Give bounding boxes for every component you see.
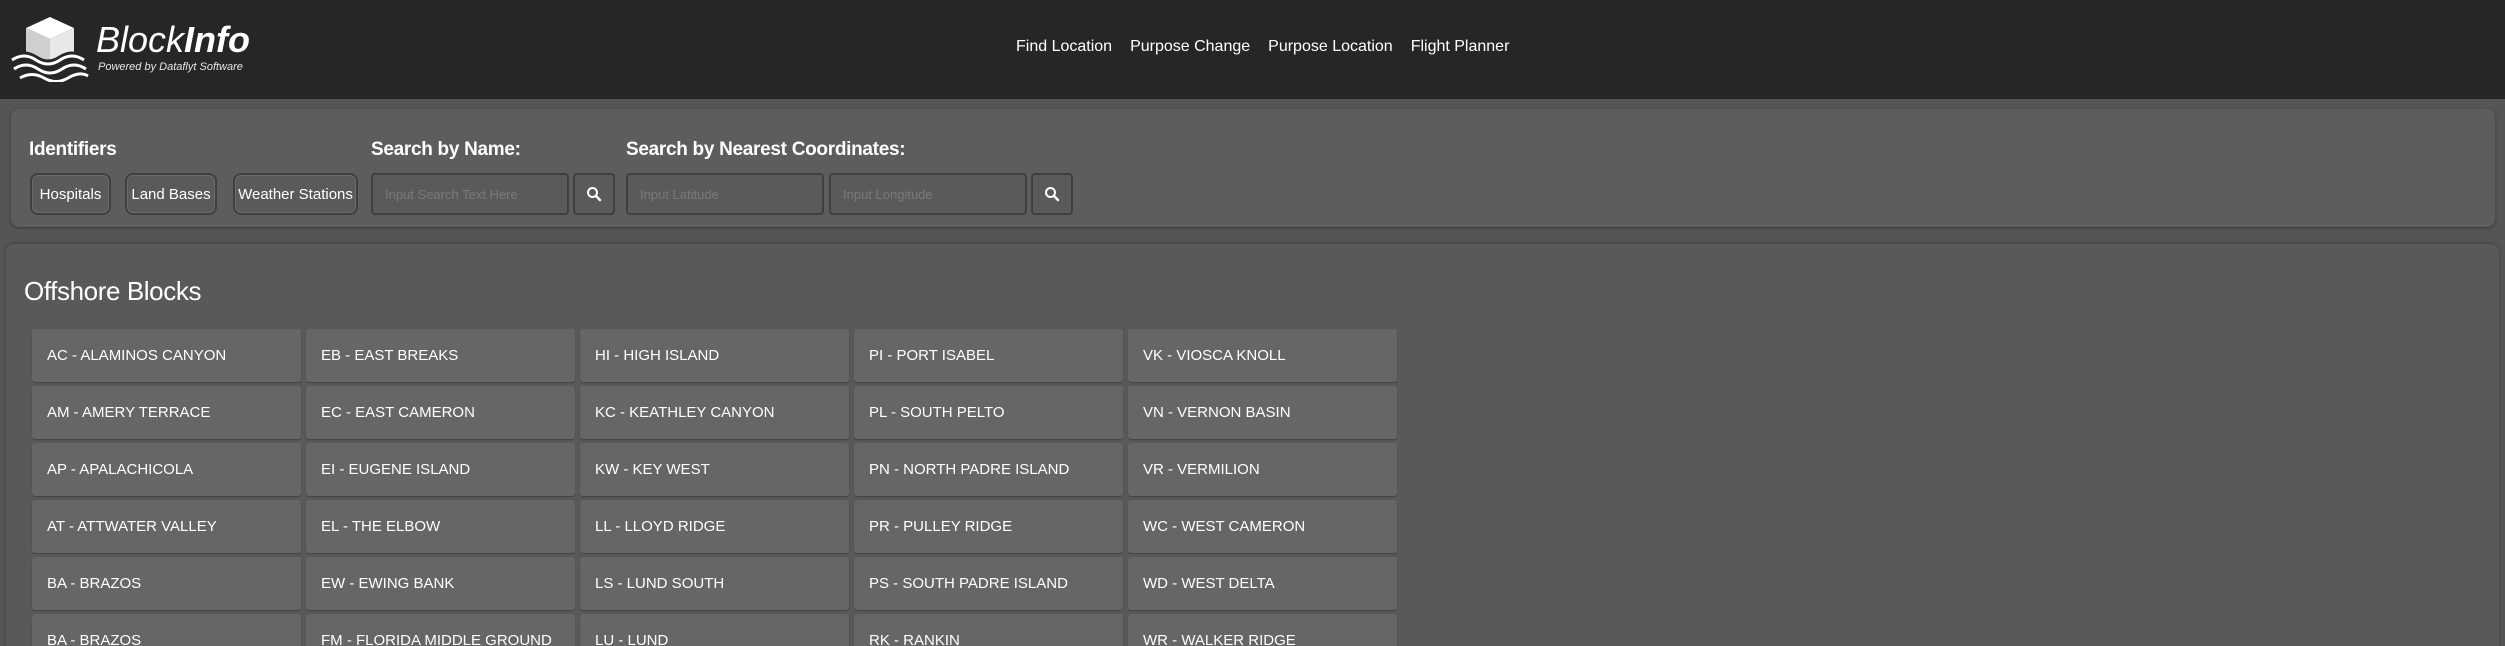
search-icon — [1045, 187, 1060, 202]
weather-stations-button[interactable]: Weather Stations — [233, 173, 358, 215]
offshore-block-item[interactable]: EL - THE ELBOW — [306, 500, 575, 553]
offshore-block-item[interactable]: AT - ATTWATER VALLEY — [32, 500, 301, 553]
nav-find-location[interactable]: Find Location — [1016, 38, 1112, 56]
offshore-block-item[interactable]: VN - VERNON BASIN — [1128, 386, 1397, 439]
land-bases-button[interactable]: Land Bases — [125, 173, 217, 215]
offshore-blocks-panel: Offshore Blocks AC - ALAMINOS CANYON EB -… — [6, 244, 2499, 646]
offshore-block-item[interactable]: AP - APALACHICOLA — [32, 443, 301, 496]
brand-title: BlockInfo — [96, 19, 251, 60]
brand-tagline: Powered by Dataflyt Software — [98, 61, 243, 73]
offshore-block-item[interactable]: PR - PULLEY RIDGE — [854, 500, 1123, 553]
offshore-block-item[interactable]: WC - WEST CAMERON — [1128, 500, 1397, 553]
offshore-block-item[interactable]: VR - VERMILION — [1128, 443, 1397, 496]
latitude-input[interactable] — [626, 173, 824, 215]
blockinfo-logo[interactable]: BlockInfo Powered by Dataflyt Software — [10, 14, 250, 84]
cube-logo-icon — [10, 17, 94, 82]
offshore-block-item[interactable]: AM - AMERY TERRACE — [32, 386, 301, 439]
offshore-block-item[interactable]: BA - BRAZOS — [32, 557, 301, 610]
offshore-block-item[interactable]: KC - KEATHLEY CANYON — [580, 386, 849, 439]
longitude-input[interactable] — [829, 173, 1027, 215]
offshore-block-item[interactable]: PI - PORT ISABEL — [854, 329, 1123, 382]
search-by-name-label: Search by Name: — [371, 139, 521, 160]
offshore-block-item[interactable]: FM - FLORIDA MIDDLE GROUND — [306, 614, 575, 646]
nav-purpose-change[interactable]: Purpose Change — [1130, 38, 1250, 56]
top-navbar: BlockInfo Powered by Dataflyt Software F… — [0, 0, 2505, 99]
offshore-block-item[interactable]: HI - HIGH ISLAND — [580, 329, 849, 382]
name-search-input[interactable] — [371, 173, 569, 215]
offshore-block-item[interactable]: BA - BRAZOS — [32, 614, 301, 646]
hospitals-button[interactable]: Hospitals — [30, 173, 111, 215]
offshore-block-item[interactable]: WR - WALKER RIDGE — [1128, 614, 1397, 646]
search-by-coordinates-label: Search by Nearest Coordinates: — [626, 139, 906, 160]
nav-flight-planner[interactable]: Flight Planner — [1411, 38, 1510, 56]
offshore-blocks-grid: AC - ALAMINOS CANYON EB - EAST BREAKS HI -… — [32, 329, 1397, 646]
offshore-block-item[interactable]: EB - EAST BREAKS — [306, 329, 575, 382]
offshore-block-item[interactable]: PN - NORTH PADRE ISLAND — [854, 443, 1123, 496]
offshore-block-item[interactable]: LL - LLOYD RIDGE — [580, 500, 849, 553]
search-icon — [587, 187, 602, 202]
identifiers-label: Identifiers — [29, 139, 117, 160]
name-search-button[interactable] — [573, 173, 615, 215]
offshore-block-item[interactable]: VK - VIOSCA KNOLL — [1128, 329, 1397, 382]
offshore-block-item[interactable]: LU - LUND — [580, 614, 849, 646]
offshore-block-item[interactable]: EI - EUGENE ISLAND — [306, 443, 575, 496]
offshore-block-item[interactable]: WD - WEST DELTA — [1128, 557, 1397, 610]
offshore-block-item[interactable]: AC - ALAMINOS CANYON — [32, 329, 301, 382]
offshore-block-item[interactable]: PS - SOUTH PADRE ISLAND — [854, 557, 1123, 610]
offshore-block-item[interactable]: EW - EWING BANK — [306, 557, 575, 610]
section-title: Offshore Blocks — [24, 276, 202, 306]
nav-purpose-location[interactable]: Purpose Location — [1268, 38, 1393, 56]
offshore-block-item[interactable]: RK - RANKIN — [854, 614, 1123, 646]
offshore-block-item[interactable]: KW - KEY WEST — [580, 443, 849, 496]
coordinates-search-button[interactable] — [1031, 173, 1073, 215]
main-nav: Find Location Purpose Change Purpose Loc… — [1016, 38, 1527, 56]
offshore-block-item[interactable]: LS - LUND SOUTH — [580, 557, 849, 610]
offshore-block-item[interactable]: PL - SOUTH PELTO — [854, 386, 1123, 439]
search-panel: Identifiers Hospitals Land Bases Weather… — [11, 109, 2495, 227]
offshore-block-item[interactable]: EC - EAST CAMERON — [306, 386, 575, 439]
